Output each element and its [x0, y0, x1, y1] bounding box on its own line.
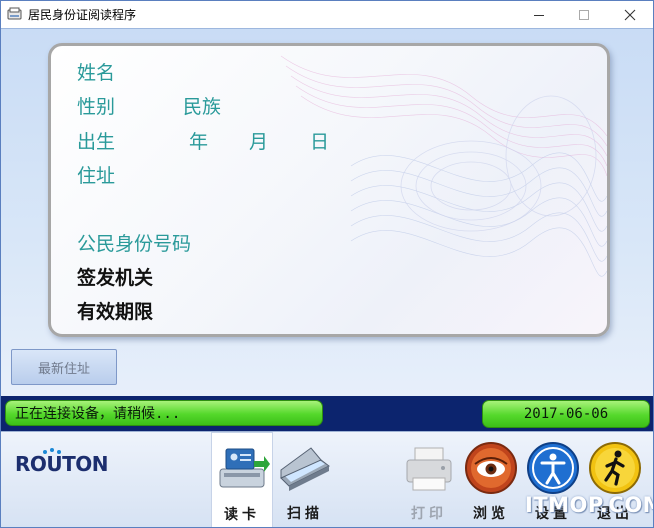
logo-dot — [57, 450, 61, 454]
watermark-text: ITMOP.COM — [525, 493, 654, 517]
eye-icon — [465, 442, 517, 494]
browse-label: 浏览 — [473, 506, 509, 522]
close-button[interactable] — [607, 1, 653, 28]
year-label: 年 — [189, 131, 209, 153]
latest-address-button[interactable]: 最新住址 — [11, 349, 117, 385]
issuing-authority-label: 签发机关 — [77, 267, 154, 289]
minimize-icon — [534, 14, 544, 16]
logo-dot — [43, 450, 47, 454]
accessibility-icon — [527, 442, 579, 494]
id-reader-icon — [219, 448, 270, 488]
title-bar[interactable]: 居民身份证阅读程序 — [1, 1, 653, 28]
month-label: 月 — [249, 131, 269, 153]
name-label: 姓名 — [77, 62, 116, 84]
close-icon — [624, 9, 636, 20]
validity-period-label: 有效期限 — [77, 301, 154, 323]
maximize-icon — [579, 9, 589, 20]
status-message: 正在连接设备，请稍候... — [5, 400, 323, 426]
id-card-panel: 姓名 性别 民族 出生 年 月 日 住址 公民身份号码 签发机关 有效期限 — [48, 43, 610, 337]
birth-label: 出生 — [77, 131, 116, 153]
printer-icon — [406, 447, 452, 491]
scan-button[interactable]: 扫描 — [275, 432, 335, 527]
app-window: 居民身份证阅读程序 姓名 性别 民族 出生 年 月 日 住址 公民身份号码 签发… — [0, 0, 654, 528]
logo-text: ROUTON — [15, 452, 109, 476]
minimize-button[interactable] — [516, 1, 562, 28]
scanner-icon — [280, 447, 330, 491]
print-button[interactable]: 打印 — [399, 432, 459, 527]
day-label: 日 — [310, 131, 330, 153]
read-card-label: 读卡 — [224, 507, 260, 523]
print-label: 打印 — [411, 506, 447, 522]
scan-label: 扫描 — [287, 506, 323, 522]
app-icon — [7, 7, 22, 20]
status-date: 2017-06-06 — [482, 400, 650, 428]
status-bar: 正在连接设备，请稍候... 2017-06-06 — [1, 396, 653, 431]
read-card-button[interactable]: 读卡 — [211, 432, 273, 527]
address-label: 住址 — [77, 165, 116, 187]
routon-logo: ROUTON — [15, 448, 109, 478]
id-number-label: 公民身份号码 — [77, 233, 192, 255]
gender-label: 性别 — [77, 96, 116, 118]
logo-dot — [50, 448, 54, 452]
card-background-pattern — [280, 55, 607, 277]
card-display-area: 姓名 性别 民族 出生 年 月 日 住址 公民身份号码 签发机关 有效期限 最新… — [1, 28, 653, 397]
maximize-button[interactable] — [561, 1, 607, 28]
ethnicity-label: 民族 — [183, 96, 222, 118]
exit-person-icon — [589, 442, 641, 494]
window-title: 居民身份证阅读程序 — [28, 8, 137, 22]
browse-button[interactable]: 浏览 — [461, 432, 521, 527]
